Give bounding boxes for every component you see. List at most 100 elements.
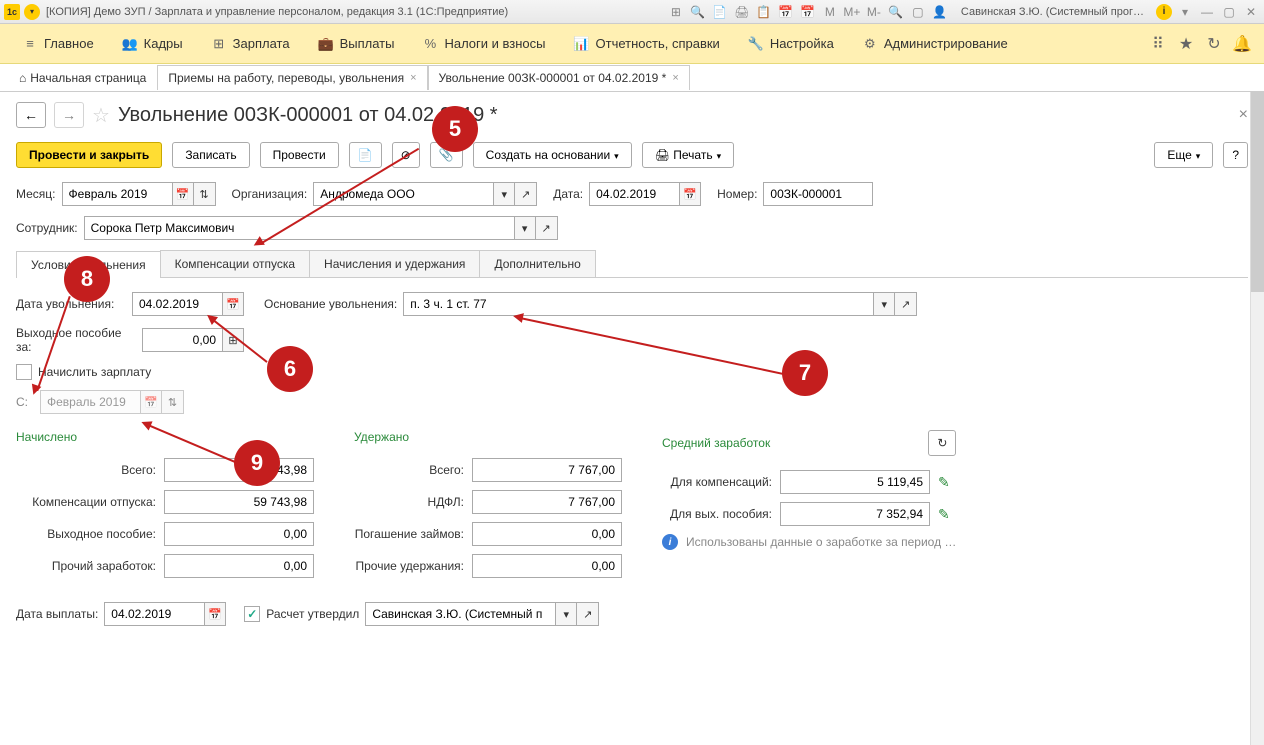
approved-label: Расчет утвердил <box>266 607 359 621</box>
titlebar: 1c ▾ [КОПИЯ] Демо ЗУП / Зарплата и управ… <box>0 0 1264 24</box>
toolbar-icon-5[interactable]: 📋 <box>755 3 773 21</box>
menu-reports[interactable]: 📊Отчетность, справки <box>560 24 734 63</box>
tab-vacation-comp[interactable]: Компенсации отпуска <box>160 250 310 277</box>
apps-grid-icon[interactable]: ⠿ <box>1144 30 1172 58</box>
header-form-row: Месяц: 📅 ⇅ Организация: ▾ ↗ Дата: 📅 Номе… <box>16 182 1248 206</box>
open-icon[interactable]: ↗ <box>536 216 558 240</box>
loan-input[interactable] <box>472 522 622 546</box>
tab-accruals[interactable]: Начисления и удержания <box>309 250 480 277</box>
other-withheld-input[interactable] <box>472 554 622 578</box>
user-name[interactable]: Савинская З.Ю. (Системный прог… <box>961 6 1144 18</box>
menu-settings[interactable]: 🔧Настройка <box>734 24 848 63</box>
scrollbar-thumb[interactable] <box>1251 92 1264 292</box>
dropdown-icon[interactable]: ▾ <box>514 216 536 240</box>
edit-icon[interactable]: ✎ <box>938 474 950 491</box>
annotation-7: 7 <box>782 350 828 396</box>
toolbar-icon-1[interactable]: ⊞ <box>667 3 685 21</box>
tab-additional[interactable]: Дополнительно <box>479 250 595 277</box>
memory-m[interactable]: M <box>821 3 839 21</box>
reason-input[interactable] <box>403 292 873 316</box>
grid-icon: ⊞ <box>211 36 227 52</box>
vertical-scrollbar[interactable] <box>1250 92 1264 745</box>
menu-admin[interactable]: ⚙Администрирование <box>848 24 1022 63</box>
other-income-input[interactable] <box>164 554 314 578</box>
toolbar-icon-extra[interactable]: ▢ <box>909 3 927 21</box>
month-input[interactable] <box>62 182 172 206</box>
minimize-icon[interactable]: — <box>1198 3 1216 21</box>
open-icon[interactable]: ↗ <box>577 602 599 626</box>
severance-pay-input[interactable] <box>164 522 314 546</box>
calendar-icon[interactable]: 📅 <box>172 182 194 206</box>
approved-by-input[interactable] <box>365 602 555 626</box>
zoom-icon[interactable]: 🔍 <box>887 3 905 21</box>
dropdown-icon[interactable]: ▾ <box>493 182 515 206</box>
nav-back-button[interactable]: ← <box>16 102 46 128</box>
create-based-button[interactable]: Создать на основании▾ <box>473 142 632 168</box>
tab-hiring[interactable]: Приемы на работу, переводы, увольнения× <box>157 65 427 90</box>
toolbar-icon-4[interactable]: 🖨 <box>733 3 751 21</box>
menu-taxes[interactable]: %Налоги и взносы <box>408 24 559 63</box>
toolbar-calendar-icon[interactable]: 📅 <box>777 3 795 21</box>
maximize-icon[interactable]: ▢ <box>1220 3 1238 21</box>
bell-icon[interactable]: 🔔 <box>1228 30 1256 58</box>
vacation-comp-input[interactable] <box>164 490 314 514</box>
for-comp-input[interactable] <box>780 470 930 494</box>
ndfl-input[interactable] <box>472 490 622 514</box>
close-tab-icon[interactable]: × <box>410 72 416 84</box>
app-menu-dropdown[interactable]: ▾ <box>24 4 40 20</box>
post-button[interactable]: Провести <box>260 142 339 168</box>
approved-checkbox[interactable] <box>244 606 260 622</box>
open-icon[interactable]: ↗ <box>515 182 537 206</box>
severance-input[interactable] <box>142 328 222 352</box>
menu-main[interactable]: ≡Главное <box>8 24 108 63</box>
toolbar-icon-2[interactable]: 🔍 <box>689 3 707 21</box>
toolbar-icon-3[interactable]: 📄 <box>711 3 729 21</box>
document-tabs: Условия увольнения Компенсации отпуска Н… <box>16 250 1248 278</box>
menu-hr[interactable]: 👥Кадры <box>108 24 197 63</box>
app-logo: 1c <box>4 4 20 20</box>
tab-home[interactable]: ⌂Начальная страница <box>8 65 157 91</box>
date-input[interactable] <box>589 182 679 206</box>
loan-label: Погашение займов: <box>354 527 464 541</box>
post-and-close-button[interactable]: Провести и закрыть <box>16 142 162 168</box>
toolbar-calc-icon[interactable]: 📅 <box>799 3 817 21</box>
favorite-star-icon[interactable]: ☆ <box>92 103 110 128</box>
tab-dismissal[interactable]: Увольнение 00ЗК-000001 от 04.02.2019 *× <box>428 65 690 90</box>
refresh-button[interactable]: ↻ <box>928 430 956 456</box>
star-icon[interactable]: ★ <box>1172 30 1200 58</box>
memory-mminus[interactable]: M- <box>865 3 883 21</box>
help-button[interactable]: ? <box>1223 142 1248 168</box>
edit-icon[interactable]: ✎ <box>938 506 950 523</box>
calendar-icon[interactable]: 📅 <box>679 182 701 206</box>
number-input[interactable] <box>763 182 873 206</box>
close-tab-icon[interactable]: × <box>672 72 678 84</box>
spinner-icon[interactable]: ⇅ <box>194 182 216 206</box>
close-window-icon[interactable]: ✕ <box>1242 3 1260 21</box>
menu-payments[interactable]: 💼Выплаты <box>304 24 409 63</box>
dismissal-date-row: Дата увольнения: 📅 Основание увольнения:… <box>16 292 1248 316</box>
open-icon[interactable]: ↗ <box>895 292 917 316</box>
calc-salary-checkbox[interactable] <box>16 364 32 380</box>
close-page-icon[interactable]: × <box>1239 106 1248 124</box>
for-sev-input[interactable] <box>780 502 930 526</box>
menu-salary[interactable]: ⊞Зарплата <box>197 24 304 63</box>
info-icon[interactable]: i <box>662 534 678 550</box>
payout-date-label: Дата выплаты: <box>16 607 98 621</box>
print-button[interactable]: 🖨 Печать▾ <box>642 142 734 168</box>
more-button[interactable]: Еще▾ <box>1154 142 1213 168</box>
calendar-icon[interactable]: 📅 <box>222 292 244 316</box>
dropdown-icon[interactable]: ▾ <box>873 292 895 316</box>
dropdown-icon[interactable]: ▾ <box>555 602 577 626</box>
info-icon[interactable]: i <box>1156 4 1172 20</box>
history-icon[interactable]: ↻ <box>1200 30 1228 58</box>
payout-date-input[interactable] <box>104 602 204 626</box>
withheld-total-input[interactable] <box>472 458 622 482</box>
calendar-icon[interactable]: 📅 <box>204 602 226 626</box>
nav-forward-button[interactable]: → <box>54 102 84 128</box>
document-action-button[interactable]: 📄 <box>349 142 382 168</box>
memory-mplus[interactable]: M+ <box>843 3 861 21</box>
gear-icon: ⚙ <box>862 36 878 52</box>
annotation-9: 9 <box>234 440 280 486</box>
dropdown-icon[interactable]: ▾ <box>1176 3 1194 21</box>
save-button[interactable]: Записать <box>172 142 249 168</box>
